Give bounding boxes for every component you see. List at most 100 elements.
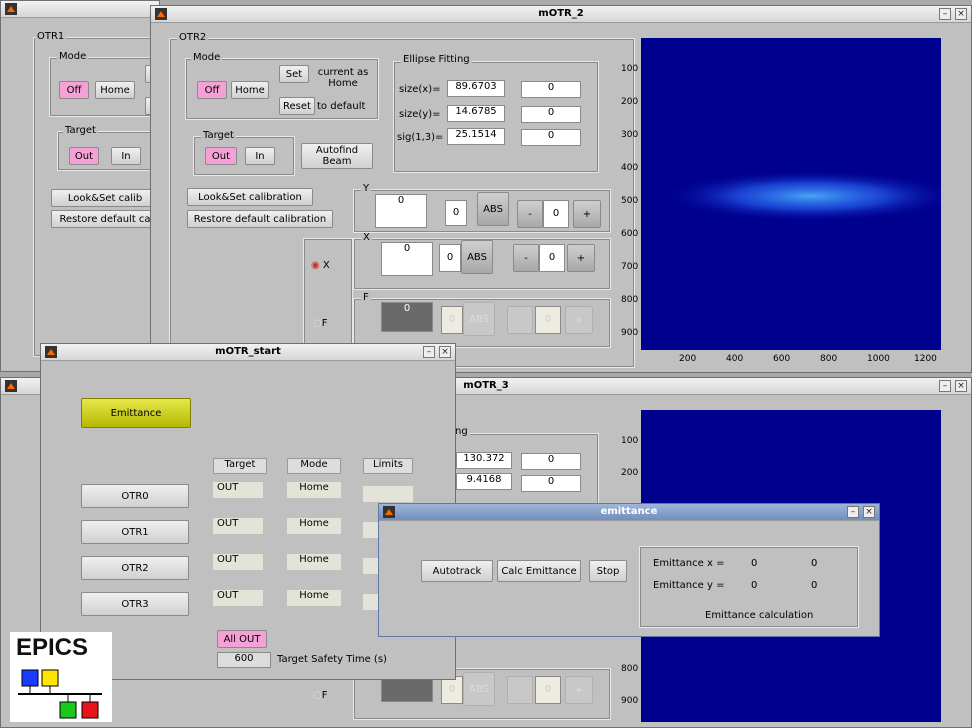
radio-x-selected[interactable]: ◉ X — [311, 260, 330, 271]
otr-mode-status: Home — [287, 554, 341, 570]
otr-select-button[interactable]: OTR2 — [81, 556, 189, 580]
motr2-titlebar[interactable]: mOTR_2 – × — [151, 6, 971, 23]
otr1-titlebar[interactable] — [1, 1, 159, 18]
autofind-beam-button[interactable]: Autofind Beam — [301, 143, 373, 169]
otr-limits-status — [363, 486, 413, 502]
otr-target-status: OUT — [213, 518, 263, 534]
emittance-window: emittance – × Autotrack Calc Emittance S… — [378, 503, 880, 637]
size-x-extra[interactable]: 0 — [521, 81, 581, 98]
x-minus-button[interactable]: - — [513, 244, 539, 272]
emittance-x-value-2: 0 — [811, 558, 818, 569]
sig13-value: 25.1514 — [447, 128, 505, 145]
close-icon[interactable]: × — [863, 506, 875, 518]
sig13-extra[interactable]: 0 — [521, 129, 581, 146]
x-abs-button[interactable]: ABS — [461, 240, 493, 274]
otr1-restore-button[interactable]: Restore default ca — [51, 210, 159, 228]
motr-start-titlebar[interactable]: mOTR_start – × — [41, 344, 455, 361]
otr-select-button[interactable]: OTR3 — [81, 592, 189, 616]
otr-mode-status: Home — [287, 590, 341, 606]
otr1-off-button[interactable]: Off — [59, 81, 89, 99]
close-icon[interactable]: × — [439, 346, 451, 358]
x-plus-button[interactable]: + — [567, 244, 595, 272]
motr3-f-minus-button: - — [507, 676, 533, 704]
otr2-home-button[interactable]: Home — [231, 81, 269, 99]
plot-y-tick-label: 100 — [621, 64, 639, 74]
safety-time-label: Target Safety Time (s) — [277, 654, 387, 665]
otr2-off-button[interactable]: Off — [197, 81, 227, 99]
x-group-label: X — [361, 232, 372, 243]
motr3-size-x-extra[interactable]: 0 — [521, 453, 581, 470]
otr1-in-button[interactable]: In — [111, 147, 141, 165]
radio-f[interactable]: ○F — [313, 318, 328, 329]
motr3-plot-y-tick-label: 100 — [621, 436, 639, 446]
minimize-icon[interactable]: – — [939, 380, 951, 392]
y-position-field[interactable]: 0 — [445, 200, 467, 226]
emittance-calculation-label: Emittance calculation — [705, 610, 814, 621]
otr-select-button[interactable]: OTR0 — [81, 484, 189, 508]
calc-emittance-button[interactable]: Calc Emittance — [497, 560, 581, 582]
stop-button[interactable]: Stop — [589, 560, 627, 582]
plot-x-tick-label: 1000 — [867, 354, 890, 364]
otr2-reset-button[interactable]: Reset — [279, 97, 315, 115]
motr3-f-position-field: 0 — [441, 676, 463, 704]
y-minus-button[interactable]: - — [517, 200, 543, 228]
otr1-out-button[interactable]: Out — [69, 147, 99, 165]
otr2-set-description: current as Home — [317, 67, 369, 89]
plot-y-tick-label: 200 — [621, 97, 639, 107]
network-icon — [18, 669, 102, 719]
x-step-field[interactable]: 0 — [539, 244, 565, 272]
emittance-button[interactable]: Emittance — [81, 398, 191, 428]
beam-image-plot[interactable] — [641, 38, 961, 350]
x-value-display: 0 — [381, 242, 433, 276]
minimize-icon[interactable]: – — [847, 506, 859, 518]
motr3-size-y-extra[interactable]: 0 — [521, 475, 581, 492]
otr-select-button[interactable]: OTR1 — [81, 520, 189, 544]
otr2-look-set-button[interactable]: Look&Set calibration — [187, 188, 313, 206]
motr3-plot-y-tick-label: 800 — [621, 664, 639, 674]
plot-x-tick-label: 400 — [726, 354, 744, 364]
y-plus-button[interactable]: + — [573, 200, 601, 228]
all-out-button[interactable]: All OUT — [217, 630, 267, 648]
size-y-extra[interactable]: 0 — [521, 106, 581, 123]
f-group-label: F — [361, 292, 371, 303]
header-mode: Mode — [287, 458, 341, 474]
close-icon[interactable]: × — [955, 8, 967, 20]
y-abs-button[interactable]: ABS — [477, 192, 509, 226]
otr1-home-button[interactable]: Home — [95, 81, 135, 99]
close-icon[interactable]: × — [955, 380, 967, 392]
f-plus-button: + — [565, 306, 593, 334]
otr1-panel-label: OTR1 — [35, 31, 67, 42]
x-position-field[interactable]: 0 — [439, 244, 461, 272]
motr-start-title: mOTR_start — [215, 346, 281, 357]
sig13-label: sig(1,3)= — [397, 132, 444, 143]
otr-target-status: OUT — [213, 482, 263, 498]
plot-x-tick-label: 200 — [679, 354, 697, 364]
motr3-radio-f[interactable]: ○F — [313, 690, 328, 701]
otr2-restore-button[interactable]: Restore default calibration — [187, 210, 333, 228]
safety-time-field[interactable]: 600 — [217, 652, 271, 668]
minimize-icon[interactable]: – — [423, 346, 435, 358]
radio-unselected-icon: ○ — [313, 318, 322, 329]
size-x-label: size(x)= — [399, 84, 441, 95]
otr2-set-button[interactable]: Set — [279, 65, 309, 83]
emittance-titlebar[interactable]: emittance – × — [379, 504, 879, 521]
otr2-in-button[interactable]: In — [245, 147, 275, 165]
plot-x-tick-label: 800 — [820, 354, 838, 364]
radio-x-label: X — [322, 260, 330, 271]
y-value-display: 0 — [375, 194, 427, 228]
emittance-y-label: Emittance y = — [653, 580, 725, 591]
otr2-out-button[interactable]: Out — [205, 147, 237, 165]
minimize-icon[interactable]: – — [939, 8, 951, 20]
plot-x-tick-label: 1200 — [914, 354, 937, 364]
radio-f-label: F — [321, 318, 328, 329]
plot-y-tick-label: 800 — [621, 295, 639, 305]
otr1-look-set-button[interactable]: Look&Set calib — [51, 189, 159, 207]
otr2-target-label: Target — [201, 130, 236, 141]
otr-mode-status: Home — [287, 482, 341, 498]
otr2-panel-label: OTR2 — [177, 32, 209, 43]
motr3-f-abs-button: ABS — [463, 672, 495, 706]
y-step-field[interactable]: 0 — [543, 200, 569, 228]
motr2-title: mOTR_2 — [538, 8, 584, 19]
emittance-x-value-1: 0 — [751, 558, 758, 569]
autotrack-button[interactable]: Autotrack — [421, 560, 493, 582]
